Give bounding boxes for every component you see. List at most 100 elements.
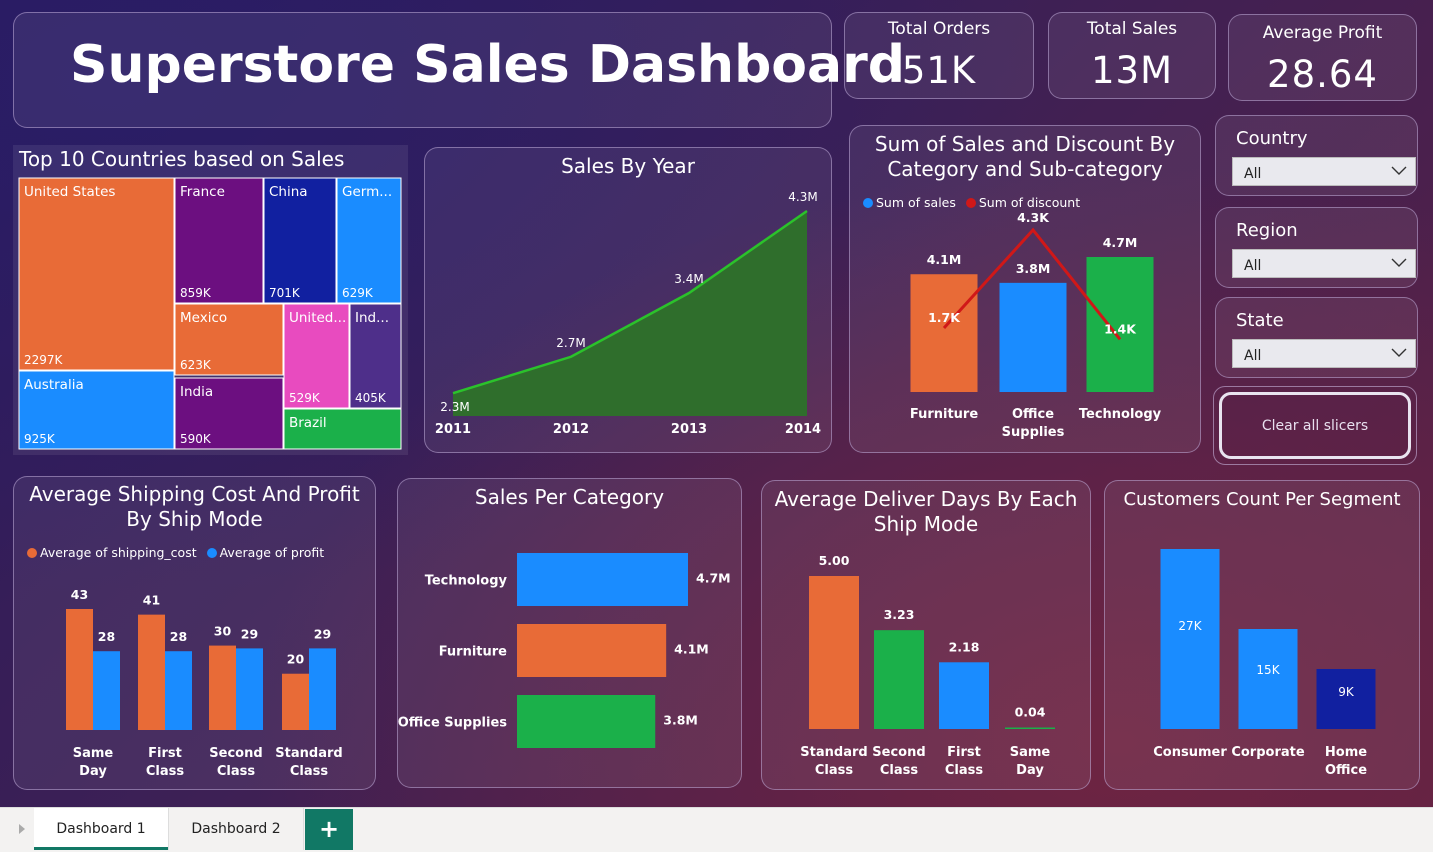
treemap-cell-label: France bbox=[180, 184, 225, 200]
deliver-days-bar[interactable] bbox=[939, 662, 989, 729]
shipping-cost-bar[interactable] bbox=[66, 609, 93, 730]
x-tick-label: First bbox=[148, 746, 182, 761]
x-tick-label: Furniture bbox=[910, 407, 978, 422]
shipping-cost-label: 41 bbox=[143, 593, 160, 608]
x-tick-label: Corporate bbox=[1231, 745, 1305, 760]
x-tick-label: Technology bbox=[1079, 407, 1162, 422]
treemap-cell-value: 590K bbox=[180, 432, 212, 446]
profit-bar[interactable] bbox=[309, 648, 336, 730]
plus-icon: + bbox=[318, 815, 340, 843]
treemap-cell-value: 405K bbox=[355, 391, 387, 405]
x-tick-label: Standard bbox=[275, 746, 342, 761]
treemap-chart: United States 2297K France 859K China 701K Ger… bbox=[18, 177, 402, 450]
sales-by-year-panel: Sales By Year 2.3M 2011 2.7M 2012 3.4M 2013 4.… bbox=[424, 147, 832, 453]
clear-all-slicers-button[interactable]: Clear all slicers bbox=[1219, 392, 1411, 459]
x-tick-label: Same bbox=[73, 746, 114, 761]
country-dropdown[interactable]: All bbox=[1232, 157, 1416, 186]
category-bar[interactable] bbox=[517, 553, 688, 606]
data-label: 0.04 bbox=[1015, 705, 1046, 720]
treemap-cell-label: Australia bbox=[24, 377, 84, 393]
treemap-cell-value: 529K bbox=[289, 391, 321, 405]
x-tick-label: Consumer bbox=[1153, 745, 1227, 760]
shipping-profit-panel: Average Shipping Cost And Profit By Ship… bbox=[13, 476, 376, 790]
treemap-cell[interactable] bbox=[18, 177, 175, 371]
shipping-profit-chart: 43 28 Same Day 41 28 First Class 30 29 Second Class… bbox=[66, 587, 343, 779]
treemap-cell-label: Mexico bbox=[180, 310, 227, 326]
x-tick-label: 2013 bbox=[671, 422, 707, 437]
treemap-cell-value: 925K bbox=[24, 432, 56, 446]
x-tick-label: Class bbox=[146, 764, 185, 779]
x-tick-label: Home bbox=[1325, 745, 1367, 760]
data-label: 2.18 bbox=[949, 639, 980, 654]
tab-dashboard-2[interactable]: Dashboard 2 bbox=[168, 808, 304, 850]
shipping-cost-label: 43 bbox=[71, 587, 88, 602]
category-bar[interactable] bbox=[517, 695, 656, 748]
shipping-cost-bar[interactable] bbox=[282, 673, 309, 730]
x-tick-label: Class bbox=[815, 763, 854, 778]
data-label: 27K bbox=[1178, 619, 1202, 633]
data-label: 3.23 bbox=[884, 607, 915, 622]
segment-bar[interactable] bbox=[1238, 629, 1298, 729]
slicer-state: State All bbox=[1215, 297, 1418, 378]
kpi-label: Average Profit bbox=[1262, 23, 1383, 43]
x-tick-label: Supplies bbox=[1002, 425, 1065, 440]
data-label: 4.3M bbox=[788, 190, 817, 204]
profit-bar[interactable] bbox=[165, 651, 192, 730]
slicer-country: Country All bbox=[1215, 115, 1418, 196]
treemap-panel: Top 10 Countries based on Sales United S… bbox=[13, 145, 408, 455]
slicer-title: State bbox=[1236, 310, 1284, 331]
sales-bar[interactable] bbox=[910, 274, 978, 392]
x-tick-label: Class bbox=[945, 763, 984, 778]
clear-button-label: Clear all slicers bbox=[1261, 418, 1369, 434]
discount-data-label: 1.7K bbox=[928, 310, 961, 325]
deliver-days-panel: Average Deliver Days By Each Ship Mode 5… bbox=[761, 480, 1091, 790]
customers-segment-chart: 27K Consumer 15K Corporate 9K Home Office bbox=[1153, 549, 1376, 778]
category-value: 3.8M bbox=[663, 713, 698, 728]
x-tick-label: Day bbox=[79, 764, 107, 779]
discount-data-label: 4.3K bbox=[1017, 210, 1050, 225]
deliver-days-bar[interactable] bbox=[1005, 727, 1055, 730]
profit-label: 28 bbox=[170, 629, 187, 644]
slicer-region: Region All bbox=[1215, 207, 1418, 288]
segment-bar[interactable] bbox=[1160, 549, 1220, 729]
deliver-days-bar[interactable] bbox=[809, 576, 859, 729]
state-dropdown[interactable]: All bbox=[1232, 339, 1416, 368]
scroll-left-arrow-icon[interactable] bbox=[17, 823, 27, 835]
dropdown-value: All bbox=[1244, 258, 1262, 274]
page-title: Superstore Sales Dashboard bbox=[70, 35, 905, 95]
category-label: Technology bbox=[425, 574, 508, 589]
segment-bar[interactable] bbox=[1316, 669, 1376, 729]
sales-discount-panel: Sum of Sales and Discount By Category an… bbox=[849, 125, 1201, 453]
shipping-cost-bar[interactable] bbox=[138, 614, 165, 730]
treemap-cell-label: Brazil bbox=[289, 415, 327, 431]
add-page-button[interactable]: + bbox=[305, 809, 353, 850]
x-tick-label: Office bbox=[1012, 407, 1054, 422]
profit-label: 28 bbox=[98, 629, 115, 644]
tab-dashboard-1[interactable]: Dashboard 1 bbox=[34, 808, 168, 850]
category-bar[interactable] bbox=[517, 624, 667, 677]
dropdown-value: All bbox=[1244, 348, 1262, 364]
region-dropdown[interactable]: All bbox=[1232, 249, 1416, 278]
data-label: 9K bbox=[1338, 685, 1355, 699]
kpi-label: Total Orders bbox=[887, 19, 991, 39]
data-label: 5.00 bbox=[819, 553, 850, 568]
sales-data-label: 4.1M bbox=[927, 252, 962, 267]
tab-label: Dashboard 1 bbox=[56, 821, 146, 837]
deliver-days-bar[interactable] bbox=[874, 630, 924, 729]
category-label: Office Supplies bbox=[398, 716, 507, 731]
treemap-cell-label: United... bbox=[289, 310, 346, 326]
shipping-cost-bar[interactable] bbox=[209, 645, 236, 730]
x-tick-label: Day bbox=[1016, 763, 1044, 778]
sales-bar[interactable] bbox=[999, 282, 1067, 392]
x-tick-label: First bbox=[947, 745, 981, 760]
data-label: 3.4M bbox=[674, 272, 703, 286]
treemap-cell-value: 629K bbox=[342, 286, 374, 300]
x-tick-label: Same bbox=[1010, 745, 1051, 760]
treemap-cell-label: Ind... bbox=[355, 310, 389, 326]
treemap-cell-value: 2297K bbox=[24, 353, 64, 367]
deliver-days-chart: 5.00 Standard Class 3.23 Second Class 2.18 Firs… bbox=[800, 553, 1055, 778]
profit-bar[interactable] bbox=[236, 648, 263, 730]
treemap-cell-label: United States bbox=[24, 184, 115, 200]
profit-bar[interactable] bbox=[93, 651, 120, 730]
shipping-cost-label: 30 bbox=[214, 624, 232, 639]
